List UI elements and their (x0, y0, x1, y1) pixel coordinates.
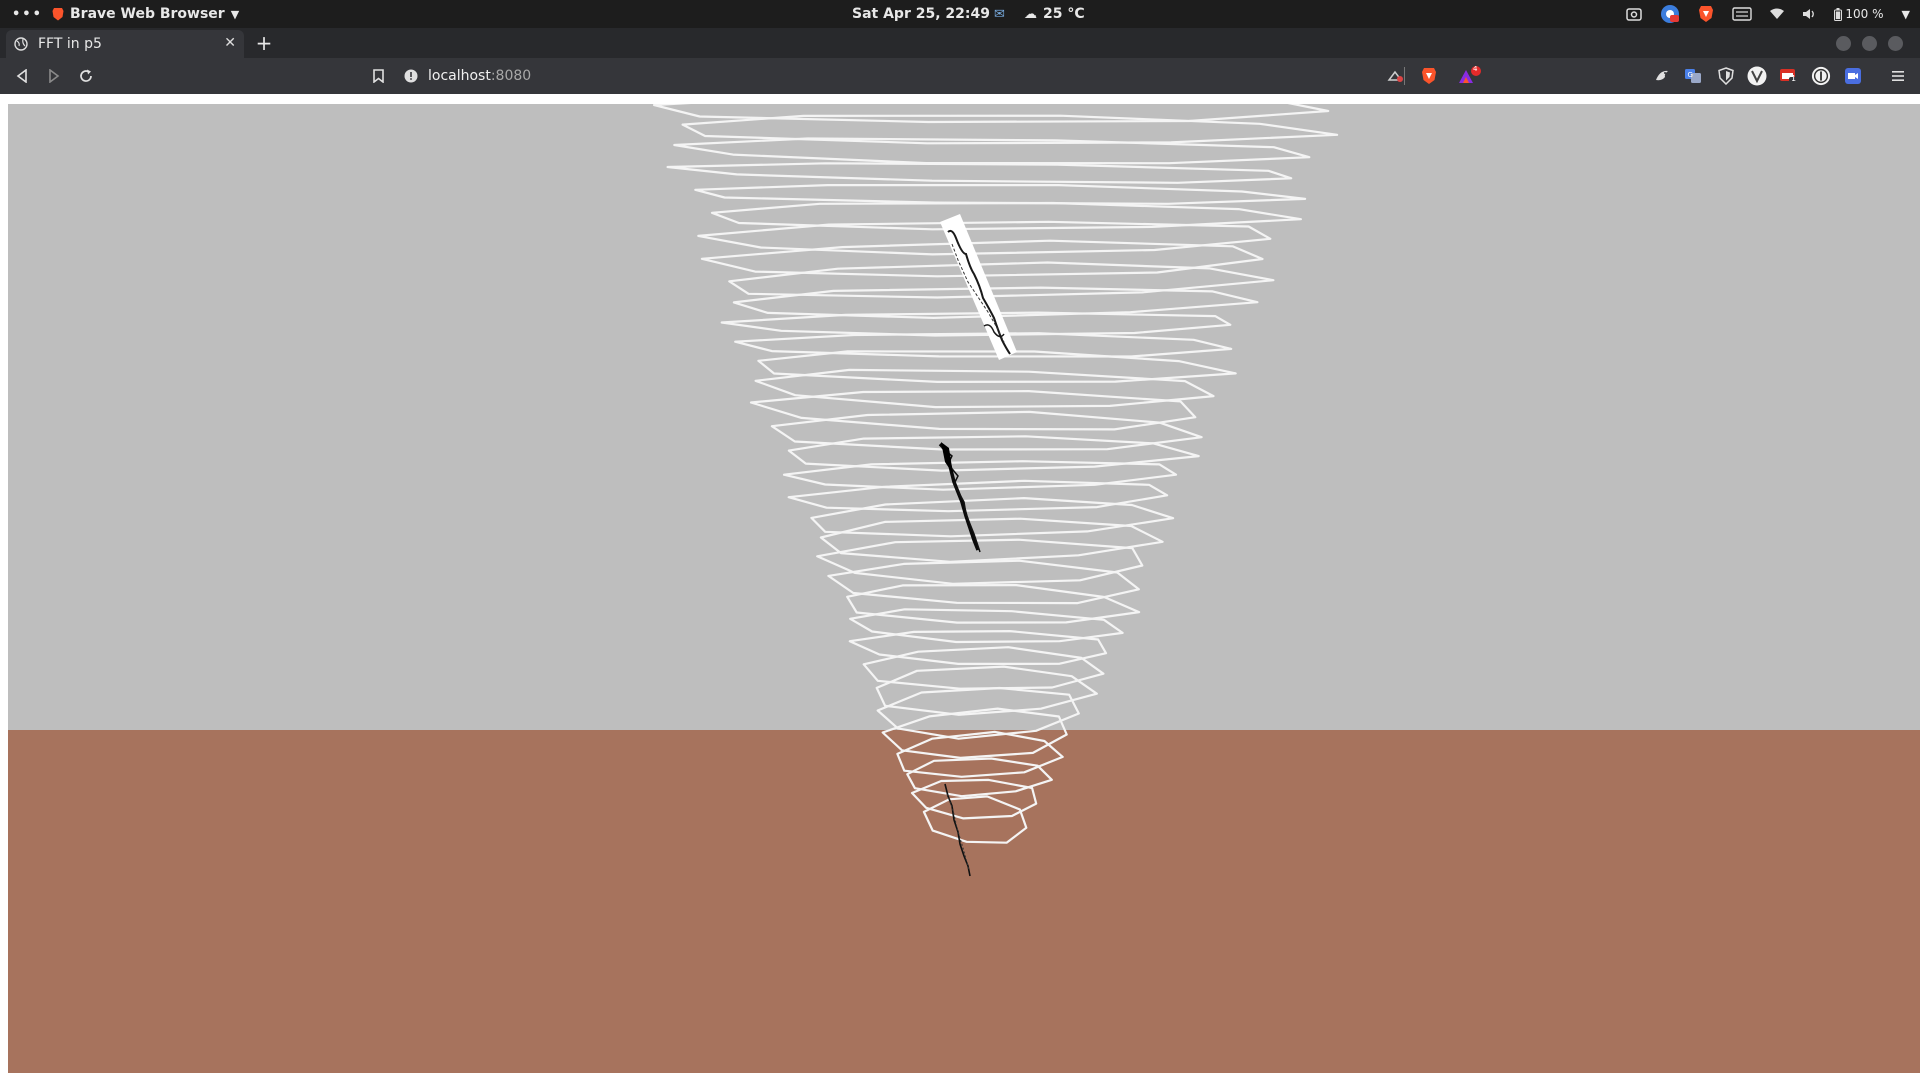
brave-rewards-button[interactable]: 4 (1456, 65, 1486, 86)
app-menu-label: Brave Web Browser (70, 6, 225, 22)
sky-background (8, 104, 1920, 730)
screenshot-icon[interactable] (1626, 7, 1643, 21)
back-button[interactable] (10, 58, 34, 94)
system-tray: 100 % ▼ (1626, 0, 1910, 28)
forward-arrow-icon (49, 69, 60, 83)
battery-percent: 100 % (1845, 7, 1884, 21)
new-tab-button[interactable]: + (252, 31, 276, 55)
tab-close-icon[interactable]: ✕ (224, 35, 236, 51)
clock[interactable]: Sat Apr 25, 22:49 ✉ (852, 0, 1005, 28)
bookmark-button[interactable] (366, 58, 390, 94)
brave-shields-icon (1422, 68, 1436, 84)
svg-text:G: G (1688, 71, 1693, 79)
tab-title: FFT in p5 (38, 36, 102, 52)
battery-icon (1834, 7, 1843, 21)
extension-translate-icon[interactable]: G (1683, 66, 1703, 86)
volume-icon[interactable] (1802, 8, 1816, 20)
extension-circle-icon[interactable] (1811, 66, 1831, 86)
cloud-rain-icon: ☁ (1024, 6, 1037, 22)
app-menu[interactable]: Brave Web Browser ▼ (52, 0, 239, 28)
p5-canvas[interactable] (8, 104, 1920, 1073)
url-port: :8080 (490, 68, 532, 84)
address-bar[interactable]: localhost:8080 (404, 62, 531, 90)
brave-shields-button[interactable] (1419, 66, 1439, 86)
toolbar-separator (1402, 66, 1408, 86)
weather-indicator[interactable]: ☁ 25 °C (1024, 0, 1085, 28)
clock-label: Sat Apr 25, 22:49 (852, 6, 990, 22)
browser-toolbar: localhost:8080 (0, 58, 1920, 94)
mail-icon: ✉ (993, 6, 1005, 22)
extension-v-icon[interactable] (1747, 66, 1767, 86)
extension-badge: 1 (1791, 74, 1797, 83)
tab-strip: FFT in p5 ✕ + (0, 28, 1920, 58)
wifi-icon[interactable] (1770, 8, 1785, 20)
page-viewport (0, 94, 1920, 1080)
chrome-remote-icon[interactable] (1660, 4, 1680, 24)
tab-fft-in-p5[interactable]: FFT in p5 ✕ (6, 30, 244, 58)
brave-rewards-icon (1459, 66, 1481, 83)
site-info-icon[interactable] (404, 69, 418, 83)
url-text[interactable]: localhost:8080 (428, 68, 531, 84)
keyboard-icon[interactable] (1732, 7, 1753, 21)
back-arrow-icon (16, 69, 27, 83)
weather-label: 25 °C (1043, 6, 1085, 22)
app-menu-arrow-icon: ▼ (230, 7, 240, 21)
window-minimize-button[interactable] (1836, 36, 1851, 51)
url-host: localhost (428, 68, 491, 84)
system-top-bar: ••• Brave Web Browser ▼ Sat Apr 25, 22:4… (0, 0, 1920, 28)
globe-favicon-icon (14, 37, 28, 51)
reload-button[interactable] (74, 58, 98, 94)
brave-tray-icon[interactable] (1698, 5, 1714, 23)
fft-scene (8, 104, 1920, 1073)
system-menu-arrow-icon[interactable]: ▼ (1902, 8, 1910, 21)
hamburger-menu-icon (1892, 71, 1904, 81)
forward-button[interactable] (42, 58, 66, 94)
extension-shield-icon[interactable] (1716, 66, 1736, 86)
extension-calendar-icon[interactable]: 1 (1779, 66, 1799, 86)
browser-menu-button[interactable] (1888, 66, 1908, 86)
reload-icon (80, 69, 92, 82)
battery-indicator[interactable]: 100 % (1834, 7, 1884, 21)
activities-dots[interactable]: ••• (12, 0, 43, 28)
extension-bird-icon[interactable] (1652, 66, 1672, 86)
brave-logo-icon (52, 8, 64, 21)
bookmark-icon (372, 69, 384, 83)
window-close-button[interactable] (1888, 36, 1903, 51)
window-maximize-button[interactable] (1862, 36, 1877, 51)
extension-video-icon[interactable] (1843, 66, 1863, 86)
rewards-badge: 4 (1473, 65, 1478, 73)
